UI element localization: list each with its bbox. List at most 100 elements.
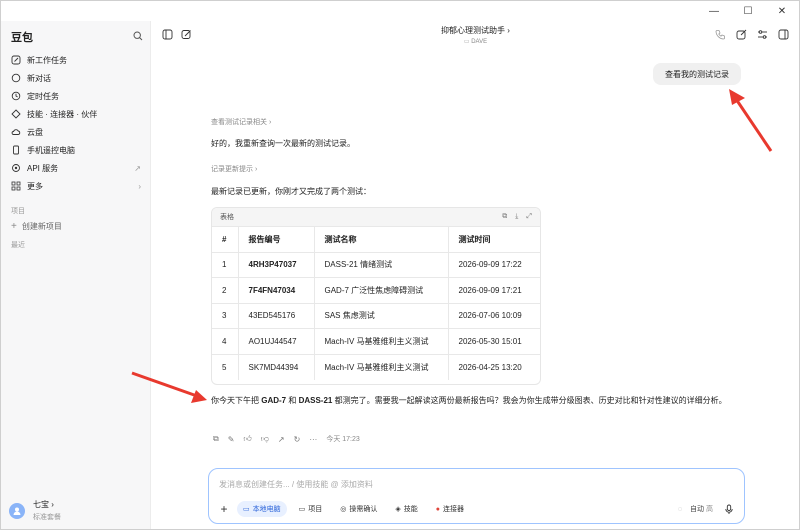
thumbs-down-icon[interactable]: 👎︎ — [261, 434, 269, 444]
message-composer[interactable]: 发消息或创建任务... / 使用技能 @ 添加资料 + ▭ 本地电脑 ▭ 项目 ◎ 操… — [208, 468, 745, 524]
table-header-row: # 报告编号 测试名称 测试时间 — [212, 226, 540, 252]
edit-icon[interactable]: ✎ — [228, 435, 235, 444]
external-link-icon: ↗ — [134, 163, 141, 173]
table-cell: AO1UJ44547 — [237, 328, 314, 354]
user-name: 七宝 › — [33, 500, 54, 509]
local-computer-chip[interactable]: ▭ 本地电脑 — [237, 501, 287, 517]
sidebar-item-api[interactable]: API 服务 ↗ — [7, 159, 147, 177]
table-row: 4 AO1UJ44547 Mach-IV 马基雅维利主义测试 2026-05-3… — [212, 328, 540, 354]
sidebar-item-phone-remote[interactable]: 手机遥控电脑 — [7, 141, 147, 159]
share-icon[interactable]: ↗ — [278, 435, 285, 444]
app-name: 豆包 — [11, 32, 33, 44]
column-header: 报告编号 — [237, 226, 314, 252]
tool-call-link-records[interactable]: 查看测试记录相关 › — [211, 117, 271, 127]
create-project-label: 创建新项目 — [21, 222, 62, 231]
table-caption: 表格 — [220, 214, 234, 221]
share-icon[interactable] — [736, 29, 747, 42]
top-bar: 抑郁心理测试助手 › ▭ DAVE — [152, 21, 799, 49]
expand-icon[interactable]: ⤢ — [526, 213, 532, 221]
message-actions: ⧉ ✎ 👍︎ 👎︎ ↗ ↻ ··· 今天 17:23 — [213, 434, 360, 444]
copy-icon[interactable]: ⧉ — [213, 434, 219, 444]
app-window: — ☐ ✕ 豆包 新工作任务 新对话 定时任务 技能 · 连接器 · 伙伴 云盘… — [0, 0, 800, 530]
project-chip[interactable]: ▭ 项目 — [293, 501, 329, 517]
create-project-button[interactable]: + 创建新项目 — [11, 221, 62, 232]
thumbs-up-icon[interactable]: 👍︎ — [243, 434, 251, 444]
api-icon — [11, 163, 21, 173]
phone-call-icon[interactable] — [715, 29, 726, 42]
table-cell: 5 — [212, 353, 238, 380]
recent-section-label: 最近 — [11, 242, 25, 249]
copy-icon[interactable]: ⧉ — [502, 213, 507, 221]
table-header-bar: 表格 ⧉ ⤓ ⤢ — [212, 208, 540, 226]
loading-icon: ◌ — [677, 505, 683, 513]
table-cell: SAS 焦虑测试 — [313, 302, 448, 329]
close-button[interactable]: ✕ — [765, 1, 799, 21]
user-profile[interactable]: 七宝 › 标准套餐 — [9, 499, 61, 522]
table-cell: GAD-7 广泛性焦虑障碍测试 — [313, 277, 448, 303]
laptop-icon: ▭ — [243, 506, 250, 513]
chat-icon — [11, 73, 21, 83]
sidebar-item-label: API 服务 — [27, 163, 59, 173]
grid-icon — [11, 181, 21, 191]
check-circle-icon: ◎ — [340, 506, 347, 513]
sidebar-item-skills[interactable]: 技能 · 连接器 · 伙伴 — [7, 105, 147, 123]
search-icon[interactable] — [133, 31, 143, 43]
user-plan: 标准套餐 — [33, 514, 61, 521]
tool-call-link-update[interactable]: 记录更新提示 › — [211, 164, 257, 174]
table-cell: 4 — [212, 328, 238, 354]
sidebar-item-label: 更多 — [27, 181, 43, 191]
user-message-bubble: 查看我的测试记录 — [653, 63, 741, 85]
folder-icon: ▭ — [298, 506, 306, 513]
assistant-reply-1: 好的，我重新查询一次最新的测试记录。 — [211, 139, 355, 148]
plus-icon: + — [11, 221, 17, 232]
panel-toggle-icon[interactable] — [778, 29, 789, 42]
sidebar-item-label: 新对话 — [27, 73, 51, 83]
sidebar-item-new-task[interactable]: 新工作任务 — [7, 51, 147, 69]
table-cell: Mach-IV 马基雅维利主义测试 — [313, 353, 448, 380]
confirm-chip[interactable]: ◎ 操需确认 — [334, 501, 383, 517]
sidebar-item-label: 新工作任务 — [27, 55, 67, 65]
connector-chip[interactable]: ● 连接器 — [430, 501, 470, 517]
edit-icon — [11, 55, 21, 65]
microphone-icon[interactable] — [721, 501, 737, 517]
composer-input[interactable]: 发消息或创建任务... / 使用技能 @ 添加资料 — [219, 479, 373, 490]
add-attachment-button[interactable]: + — [217, 502, 231, 516]
assistant-answer: 你今天下午把 GAD-7 和 DASS-21 都测完了。需要我一起解读这两份最新… — [211, 396, 727, 405]
skills-chip[interactable]: ◈ 技能 — [389, 501, 423, 517]
table-cell: 2026-07-06 10:09 — [447, 302, 540, 329]
settings-sliders-icon[interactable] — [757, 29, 768, 42]
table-row: 2 7F4FN47034 GAD-7 广泛性焦虑障碍测试 2026-09-09 … — [212, 277, 540, 303]
sidebar-item-new-chat[interactable]: 新对话 — [7, 69, 147, 87]
skills-icon — [11, 109, 21, 119]
assistant-reply-2: 最新记录已更新，你刚才又完成了两个测试： — [211, 187, 371, 196]
table-cell: 2026-09-09 17:22 — [447, 251, 540, 278]
connector-icon: ● — [435, 505, 440, 513]
skills-icon: ◈ — [395, 506, 401, 513]
sidebar-item-label: 定时任务 — [27, 91, 59, 101]
maximize-button[interactable]: ☐ — [731, 1, 765, 21]
column-header: # — [212, 226, 238, 252]
clock-icon — [11, 91, 21, 101]
sidebar-item-more[interactable]: 更多 › — [7, 177, 147, 195]
table-cell: 2026-05-30 15:01 — [447, 328, 540, 354]
chevron-right-icon: › — [138, 181, 141, 191]
sidebar-item-cloud[interactable]: 云盘 — [7, 123, 147, 141]
mode-select[interactable]: 自动 高 — [690, 504, 713, 514]
sidebar-nav: 新工作任务 新对话 定时任务 技能 · 连接器 · 伙伴 云盘 手机遥控电脑 A… — [7, 51, 147, 195]
sidebar-item-label: 云盘 — [27, 127, 43, 137]
download-icon[interactable]: ⤓ — [515, 213, 518, 221]
avatar — [9, 502, 25, 519]
records-table: # 报告编号 测试名称 测试时间 1 4RH3P47037 DASS-21 情绪… — [212, 226, 540, 380]
regenerate-icon[interactable]: ↻ — [294, 435, 301, 444]
table-cell: 2026-09-09 17:21 — [447, 277, 540, 303]
sidebar-item-scheduled[interactable]: 定时任务 — [7, 87, 147, 105]
table-cell: SK7MD44394 — [237, 353, 314, 380]
table-cell: 2 — [212, 277, 238, 303]
conversation-title[interactable]: 抑郁心理测试助手 › — [152, 25, 799, 36]
message-timestamp: 今天 17:23 — [326, 436, 360, 443]
records-table-card: 表格 ⧉ ⤓ ⤢ # 报告编号 测试名称 测试时间 1 4RH3P47037 D… — [211, 207, 541, 385]
minimize-button[interactable]: — — [697, 1, 731, 21]
table-row: 5 SK7MD44394 Mach-IV 马基雅维利主义测试 2026-04-2… — [212, 353, 540, 380]
conversation-subtitle: ▭ DAVE — [463, 39, 488, 45]
more-icon[interactable]: ··· — [309, 435, 317, 444]
